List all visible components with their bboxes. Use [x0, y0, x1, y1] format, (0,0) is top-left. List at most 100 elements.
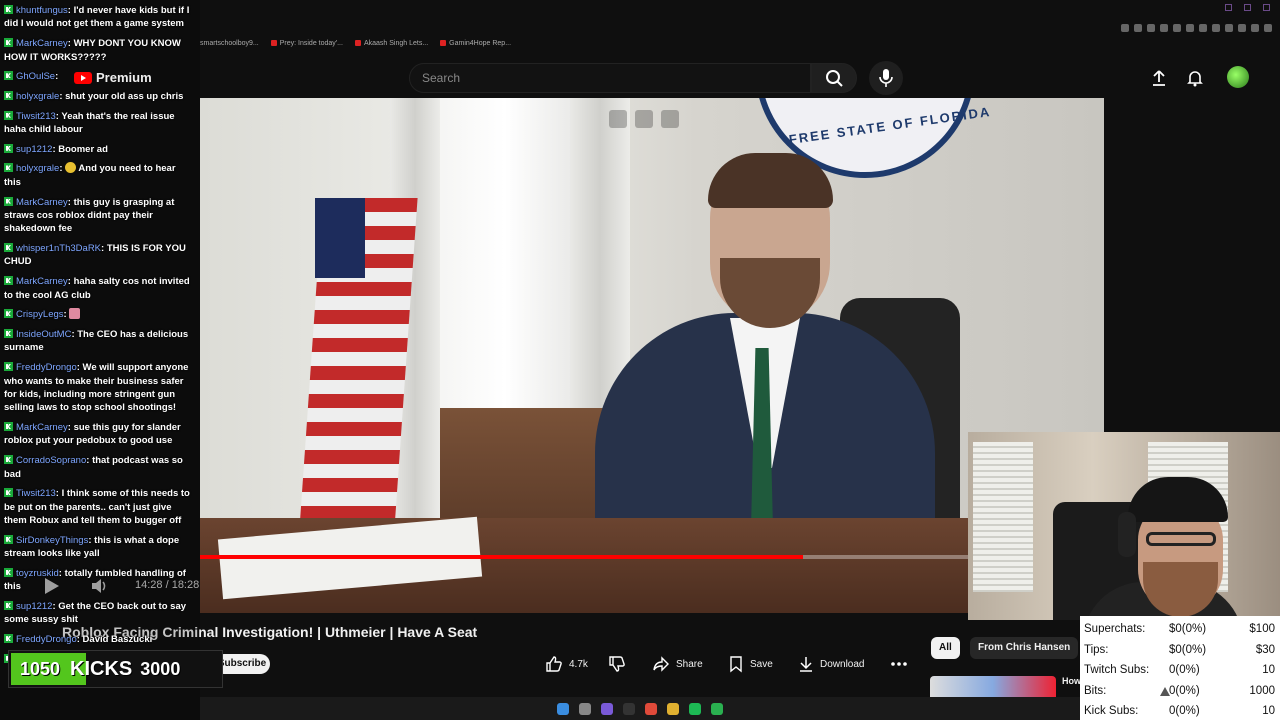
bookmark[interactable]: Akaash Singh Lets...	[354, 40, 428, 47]
stat-goal: 1000	[1249, 684, 1275, 697]
youtube-premium-logo[interactable]: Premium	[74, 70, 152, 85]
youtube-logo-icon	[74, 71, 92, 84]
voice-search-button[interactable]	[869, 61, 903, 95]
extension-icon[interactable]	[1186, 24, 1194, 32]
download-icon[interactable]	[1251, 24, 1259, 32]
exit-icon[interactable]	[635, 110, 653, 128]
minimize-icon[interactable]	[1225, 4, 1232, 11]
maximize-icon[interactable]	[1244, 4, 1251, 11]
chat-message: khuntfungus: I'd never have kids but if …	[4, 5, 190, 30]
chat-username[interactable]: holyxgrale	[16, 163, 59, 174]
chrome-icon[interactable]	[645, 702, 657, 715]
kicks-label: KICKS	[70, 657, 133, 680]
chat-username[interactable]: FreddyDrongo	[16, 362, 77, 373]
chat-username[interactable]: MarkCarney	[16, 276, 68, 287]
extension-icon[interactable]	[1199, 24, 1207, 32]
webcam-glasses	[1146, 532, 1216, 546]
kick-badge-icon	[4, 163, 13, 173]
chat-username[interactable]: InsideOutMC	[16, 329, 71, 340]
zoom-icon[interactable]	[1121, 24, 1129, 32]
premium-label: Premium	[96, 70, 152, 85]
search-icon	[826, 70, 843, 87]
chat-message: Tiwsit213: I think some of this needs to…	[4, 488, 190, 527]
start-icon[interactable]	[557, 702, 569, 715]
chat-message: MarkCarney: WHY DONT YOU KNOW HOW IT WOR…	[4, 38, 181, 63]
chat-username[interactable]: CorradoSoprano	[16, 455, 86, 466]
chat-username[interactable]: sup1212	[16, 601, 52, 612]
search-input[interactable]: Search	[409, 63, 811, 93]
chat-username[interactable]: GhOulSe	[16, 71, 55, 82]
chat-message: Tiwsit213: Yeah that's the real issue ha…	[4, 110, 175, 136]
chat-username[interactable]: MarkCarney	[16, 38, 68, 49]
download-button[interactable]: Download	[798, 652, 864, 676]
progress-bar[interactable]	[200, 555, 968, 559]
youtube-icon	[354, 40, 361, 47]
folder-icon[interactable]	[667, 702, 679, 715]
search-button[interactable]	[811, 63, 857, 93]
popout-icon[interactable]	[609, 110, 627, 128]
bookmarks-bar: smartschoolboy9... Prey: Inside today'..…	[200, 40, 511, 47]
extension-icon[interactable]	[1212, 24, 1220, 32]
kick-badge-icon	[4, 422, 13, 432]
spotify-icon[interactable]	[689, 702, 701, 715]
upload-icon[interactable]	[1149, 68, 1169, 88]
chat-username[interactable]: SirDonkeyThings	[16, 535, 88, 546]
recommendation-title[interactable]: How	[1062, 676, 1081, 686]
close-icon[interactable]	[1263, 4, 1270, 11]
extension-icon[interactable]	[1160, 24, 1168, 32]
play-icon[interactable]	[40, 577, 62, 595]
extension-icon[interactable]	[1225, 24, 1233, 32]
extension-icon[interactable]	[1238, 24, 1246, 32]
search-icon[interactable]	[579, 702, 591, 715]
chat-message: CorradoSoprano: that podcast was so bad	[4, 455, 183, 480]
extension-icon[interactable]	[1134, 24, 1142, 32]
extension-icon[interactable]	[1147, 24, 1155, 32]
chat-username[interactable]: whisper1nTh3DaRK	[16, 243, 101, 254]
share-button[interactable]: Share	[652, 652, 703, 676]
kicks-current: 1050	[20, 658, 61, 679]
like-button[interactable]: 4.7k	[545, 652, 588, 676]
dislike-button[interactable]	[608, 652, 626, 676]
bookmark-icon	[730, 656, 742, 673]
stat-label: Twitch Subs:	[1084, 664, 1150, 677]
skip-icon[interactable]	[661, 110, 679, 128]
chat-username[interactable]: Tiwsit213	[16, 111, 56, 122]
stat-row-kick-subs: Kick Subs: 0(0%) 10	[1084, 701, 1275, 720]
kick-badge-icon	[4, 309, 13, 319]
chat-message: MarkCarney: haha salty cos not invited t…	[4, 276, 190, 301]
discord-icon[interactable]	[601, 702, 613, 715]
chip-all[interactable]: All	[931, 637, 960, 659]
more-actions-button[interactable]	[890, 652, 908, 676]
kick-badge-icon	[4, 634, 13, 644]
account-avatar[interactable]	[1227, 66, 1249, 88]
kick-badge-icon	[4, 38, 13, 48]
bookmark[interactable]: Prey: Inside today'...	[270, 40, 343, 47]
chat-message: MarkCarney: this guy is grasping at stra…	[4, 196, 175, 235]
chat-username[interactable]: Tiwsit213	[16, 488, 56, 499]
chat-username[interactable]: khuntfungus	[16, 5, 68, 16]
chat-username[interactable]: holyxgrale	[16, 91, 59, 102]
chat-username[interactable]: MarkCarney	[16, 197, 68, 208]
thumbs-down-icon	[609, 656, 625, 672]
menu-icon[interactable]	[1264, 24, 1272, 32]
chat-username[interactable]: CrispyLegs	[16, 309, 64, 320]
chat-username[interactable]: MarkCarney	[16, 422, 68, 433]
emote-icon	[65, 162, 77, 174]
volume-icon[interactable]	[90, 577, 108, 595]
bookmark[interactable]: smartschoolboy9...	[200, 40, 259, 47]
obs-icon[interactable]	[623, 702, 635, 715]
bookmark[interactable]: Gamin4Hope Rep...	[440, 40, 511, 47]
stat-value: 0(0%)	[1169, 705, 1200, 718]
kick-badge-icon	[4, 110, 13, 120]
app-icon[interactable]	[711, 702, 723, 715]
bell-icon[interactable]	[1185, 68, 1205, 88]
chat-username[interactable]: FreddyDrongo	[16, 634, 77, 645]
stat-row-bits: Bits: 0(0%) 1000	[1084, 681, 1275, 702]
extension-icon[interactable]	[1173, 24, 1181, 32]
bookmark-label: Gamin4Hope Rep...	[449, 40, 512, 47]
save-button[interactable]: Save	[728, 652, 773, 676]
chip-from-channel[interactable]: From Chris Hansen	[970, 637, 1079, 659]
player-top-controls	[609, 110, 679, 128]
chat-username[interactable]: sup1212	[16, 144, 52, 155]
youtube-icon	[270, 40, 277, 47]
